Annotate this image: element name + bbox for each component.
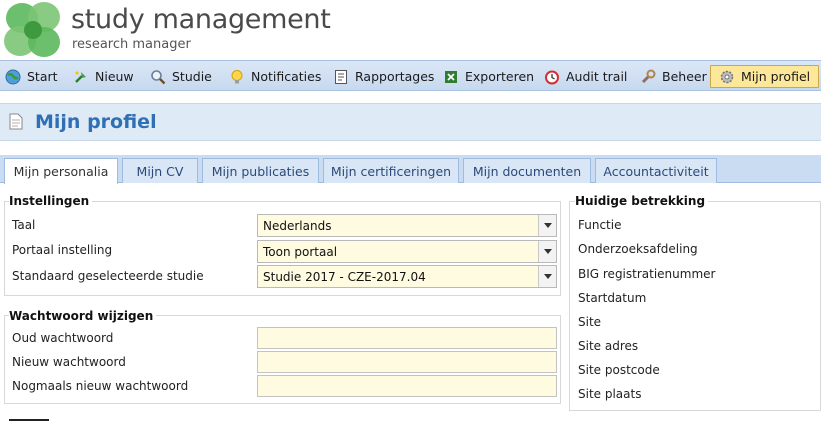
toolbar-beheer-label: Beheer	[662, 69, 707, 84]
toolbar-rapportages[interactable]: Rapportages	[333, 65, 434, 88]
tab-accountactiviteit[interactable]: Accountactiviteit	[595, 158, 717, 183]
toolbar-audit-trail[interactable]: Audit trail	[544, 65, 627, 88]
chevron-down-icon	[538, 241, 556, 262]
toolbar-notificaties-label: Notificaties	[251, 69, 322, 84]
app-subtitle: research manager	[72, 37, 191, 52]
next-section-legend	[9, 414, 69, 421]
studie-label: Standaard geselecteerde studie	[12, 269, 204, 283]
document-icon	[9, 113, 23, 130]
new-password-label: Nieuw wachtwoord	[12, 355, 126, 369]
globe-icon	[5, 69, 21, 84]
tab-mijn-cv[interactable]: Mijn CV	[122, 158, 198, 183]
old-password-field[interactable]	[257, 327, 557, 349]
portaal-label: Portaal instelling	[12, 243, 113, 257]
page-title: Mijn profiel	[35, 111, 157, 133]
onderzoeksafdeling-label: Onderzoeksafdeling	[578, 242, 698, 256]
toolbar-start-label: Start	[27, 69, 58, 84]
tab-bar: Mijn personalia Mijn CV Mijn publicaties…	[0, 155, 821, 184]
toolbar-exporteren[interactable]: Exporteren	[443, 65, 534, 88]
toolbar-studie-label: Studie	[172, 69, 212, 84]
portaal-select[interactable]: Toon portaal	[257, 240, 557, 263]
tab-mijn-certificeringen[interactable]: Mijn certificeringen	[323, 158, 459, 183]
toolbar-studie[interactable]: Studie	[150, 65, 212, 88]
studie-select[interactable]: Studie 2017 - CZE-2017.04	[257, 265, 557, 288]
app-title: study management	[71, 4, 331, 35]
app-header: study management research manager	[0, 0, 821, 60]
taal-label: Taal	[12, 218, 36, 232]
logo-icon	[4, 2, 60, 57]
toolbar-start[interactable]: Start	[5, 65, 58, 88]
site-postcode-label: Site postcode	[578, 363, 660, 377]
chevron-down-icon	[538, 266, 556, 287]
toolbar-mijn-profiel-label: Mijn profiel	[741, 69, 811, 84]
repeat-password-label: Nogmaals nieuw wachtwoord	[12, 379, 189, 393]
page-title-bar: Mijn profiel	[0, 103, 821, 141]
new-icon	[75, 71, 86, 83]
main-toolbar: Start Nieuw Studie Notificaties Rapporta…	[0, 60, 821, 91]
wrench-icon	[641, 69, 656, 83]
site-adres-label: Site adres	[578, 339, 639, 353]
portaal-value: Toon portaal	[263, 244, 338, 259]
big-registratienummer-label: BIG registratienummer	[578, 267, 716, 281]
startdatum-label: Startdatum	[578, 291, 647, 305]
toolbar-beheer[interactable]: Beheer	[640, 65, 707, 88]
password-legend: Wachtwoord wijzigen	[9, 309, 157, 323]
employment-legend: Huidige betrekking	[575, 194, 709, 208]
clock-icon	[545, 70, 559, 84]
settings-legend: Instellingen	[9, 194, 93, 208]
lightbulb-icon	[231, 69, 243, 83]
toolbar-mijn-profiel[interactable]: Mijn profiel	[710, 65, 820, 88]
taal-value: Nederlands	[263, 218, 332, 233]
toolbar-exporteren-label: Exporteren	[465, 69, 535, 84]
chevron-down-icon	[538, 215, 556, 236]
site-plaats-label: Site plaats	[578, 387, 642, 401]
repeat-password-field[interactable]	[257, 375, 557, 397]
toolbar-rapportages-label: Rapportages	[355, 69, 435, 84]
site-label: Site	[578, 315, 602, 329]
studie-value: Studie 2017 - CZE-2017.04	[263, 269, 426, 284]
old-password-label: Oud wachtwoord	[12, 331, 114, 345]
tab-mijn-publicaties[interactable]: Mijn publicaties	[202, 158, 319, 183]
report-icon	[335, 69, 347, 84]
taal-select[interactable]: Nederlands	[257, 214, 557, 237]
toolbar-notificaties[interactable]: Notificaties	[229, 65, 321, 88]
tab-mijn-personalia[interactable]: Mijn personalia	[4, 158, 118, 184]
employment-fieldset	[569, 201, 821, 411]
gear-icon	[720, 70, 734, 83]
toolbar-nieuw-label: Nieuw	[95, 69, 134, 84]
new-password-field[interactable]	[257, 351, 557, 373]
toolbar-nieuw[interactable]: Nieuw	[73, 65, 134, 88]
toolbar-audit-trail-label: Audit trail	[566, 69, 628, 84]
tab-mijn-documenten[interactable]: Mijn documenten	[463, 158, 591, 183]
functie-label: Functie	[578, 218, 622, 232]
excel-icon	[445, 70, 457, 83]
search-icon	[151, 69, 166, 84]
